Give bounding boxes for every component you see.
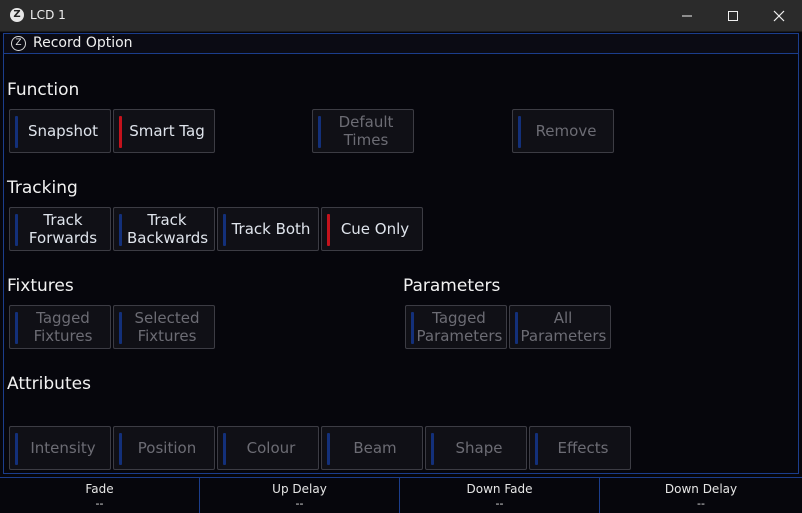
remove-button[interactable]: Remove: [512, 109, 614, 153]
maximize-button[interactable]: [710, 0, 756, 31]
track-forwards-button[interactable]: Track Forwards: [9, 207, 111, 251]
record-option-panel: Z Record Option Function Snapshot Smart …: [3, 33, 799, 474]
minimize-icon: [682, 15, 692, 17]
down-fade-cell[interactable]: Down Fade --: [400, 478, 600, 513]
app-logo-icon: Z: [10, 8, 24, 22]
section-tracking-label: Tracking: [7, 178, 78, 198]
section-function-label: Function: [7, 80, 80, 100]
smart-tag-button[interactable]: Smart Tag: [113, 109, 215, 153]
shape-button[interactable]: Shape: [425, 426, 527, 470]
panel-logo-icon: Z: [11, 36, 26, 51]
close-button[interactable]: [756, 0, 802, 31]
track-backwards-button[interactable]: Track Backwards: [113, 207, 215, 251]
tagged-fixtures-button[interactable]: Tagged Fixtures: [9, 305, 111, 349]
timing-footer: Fade -- Up Delay -- Down Fade -- Down De…: [0, 477, 802, 513]
panel-title: Record Option: [33, 35, 133, 51]
down-delay-cell[interactable]: Down Delay --: [600, 478, 802, 513]
cue-only-button[interactable]: Cue Only: [321, 207, 423, 251]
fade-cell[interactable]: Fade --: [0, 478, 200, 513]
selected-fixtures-button[interactable]: Selected Fixtures: [113, 305, 215, 349]
panel-header: Z Record Option: [4, 34, 798, 54]
tagged-parameters-button[interactable]: Tagged Parameters: [405, 305, 507, 349]
default-times-button[interactable]: Default Times: [312, 109, 414, 153]
colour-button[interactable]: Colour: [217, 426, 319, 470]
section-parameters-label: Parameters: [403, 276, 501, 296]
beam-button[interactable]: Beam: [321, 426, 423, 470]
all-parameters-button[interactable]: All Parameters: [509, 305, 611, 349]
maximize-icon: [728, 11, 738, 21]
intensity-button[interactable]: Intensity: [9, 426, 111, 470]
track-both-button[interactable]: Track Both: [217, 207, 319, 251]
minimize-button[interactable]: [664, 0, 710, 31]
up-delay-cell[interactable]: Up Delay --: [200, 478, 400, 513]
section-fixtures-label: Fixtures: [7, 276, 74, 296]
section-attributes-label: Attributes: [7, 374, 91, 394]
close-icon: [773, 10, 785, 22]
snapshot-button[interactable]: Snapshot: [9, 109, 111, 153]
effects-button[interactable]: Effects: [529, 426, 631, 470]
window-title: LCD 1: [30, 8, 66, 22]
position-button[interactable]: Position: [113, 426, 215, 470]
window-title-bar: Z LCD 1: [0, 0, 802, 32]
